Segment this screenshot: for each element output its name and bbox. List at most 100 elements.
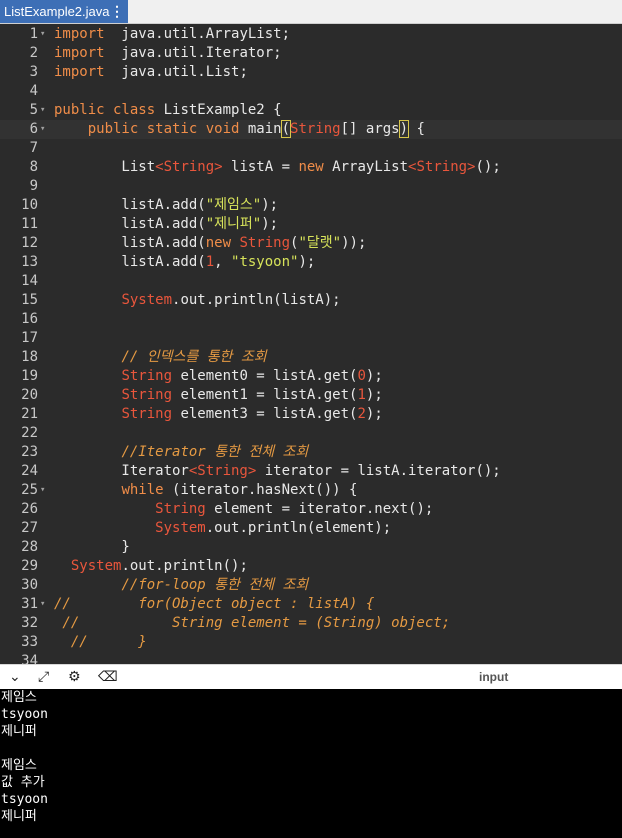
code-line[interactable]: 18 // 인덱스를 통한 조회 [0, 348, 622, 367]
code-text: import java.util.ArrayList; [54, 26, 291, 42]
code-line[interactable]: 10 listA.add("제임스"); [0, 196, 622, 215]
code-line[interactable]: 5 ▾ public class ListExample2 { [0, 101, 622, 120]
line-number: 23 [21, 444, 38, 460]
code-text: System.out.println(listA); [121, 292, 341, 308]
code-text: import java.util.List; [54, 64, 248, 80]
chevron-down-icon[interactable]: ⌄ [9, 665, 21, 690]
clear-console-icon[interactable]: ⌫ [98, 665, 118, 690]
code-editor[interactable]: 1 ▾ import java.util.ArrayList; 2 import jav… [0, 24, 622, 664]
code-line[interactable]: 23 //Iterator 통한 전체 조회 [0, 443, 622, 462]
code-line[interactable]: 27 System.out.println(element); [0, 519, 622, 538]
code-text: // for(Object object : listA) { [54, 596, 375, 612]
line-number: 19 [21, 368, 38, 384]
code-line[interactable]: 21 String element3 = listA.get(2); [0, 405, 622, 424]
code-text: System.out.println(element); [155, 520, 392, 536]
code-line[interactable]: 7 [0, 139, 622, 158]
line-number: 33 [21, 634, 38, 650]
line-number: 20 [21, 387, 38, 403]
code-text: listA.add("제임스"); [54, 197, 279, 213]
code-line[interactable]: 11 listA.add("제니퍼"); [0, 215, 622, 234]
line-number: 25 [21, 482, 38, 498]
line-number: 4 [29, 83, 38, 99]
code-text: System.out.println(); [70, 558, 248, 574]
line-number: 9 [29, 178, 38, 194]
code-line[interactable]: 28 } [0, 538, 622, 557]
code-line[interactable]: 12 listA.add(new String("달랫")); [0, 234, 622, 253]
code-line[interactable]: 13 listA.add(1, "tsyoon"); [0, 253, 622, 272]
line-number: 31 [21, 596, 38, 612]
fold-arrow-icon[interactable]: ▾ [40, 101, 50, 120]
line-number: 6 [29, 121, 38, 137]
code-text: public class ListExample2 { [54, 102, 282, 118]
console-line: 제임스 [1, 758, 37, 773]
console-line: 제니퍼 [1, 809, 37, 824]
code-line[interactable]: 26 String element = iterator.next(); [0, 500, 622, 519]
console-line: tsyoon [1, 707, 48, 722]
code-text: String element1 = listA.get(1); [121, 387, 383, 403]
code-line[interactable]: 15 System.out.println(listA); [0, 291, 622, 310]
line-number: 24 [21, 463, 38, 479]
code-text: while (iterator.hasNext()) { [121, 482, 358, 498]
line-number: 29 [21, 558, 38, 574]
code-line[interactable]: 33 // } [0, 633, 622, 652]
code-line[interactable]: 1 ▾ import java.util.ArrayList; [0, 25, 622, 44]
code-line[interactable]: 14 [0, 272, 622, 291]
line-number: 1 [29, 26, 38, 42]
code-line[interactable]: 4 [0, 82, 622, 101]
code-text: import java.util.Iterator; [54, 45, 282, 61]
line-number: 11 [21, 216, 38, 232]
code-text: listA.add("제니퍼"); [54, 216, 279, 232]
code-line[interactable]: 31 ▾// for(Object object : listA) { [0, 595, 622, 614]
code-line[interactable]: 24 Iterator<String> iterator = listA.ite… [0, 462, 622, 481]
code-line[interactable]: 16 [0, 310, 622, 329]
code-line[interactable]: 2 import java.util.Iterator; [0, 44, 622, 63]
fold-arrow-icon[interactable]: ▾ [40, 120, 50, 139]
fold-arrow-icon[interactable]: ▾ [40, 595, 50, 614]
code-line[interactable]: 20 String element1 = listA.get(1); [0, 386, 622, 405]
code-line[interactable]: 32 // String element = (String) object; [0, 614, 622, 633]
code-line[interactable]: 3 import java.util.List; [0, 63, 622, 82]
line-number: 17 [21, 330, 38, 346]
code-text: // } [54, 634, 147, 650]
file-tab-label: ListExample2.java [4, 4, 110, 19]
line-number: 8 [29, 159, 38, 175]
line-number: 3 [29, 64, 38, 80]
code-line[interactable]: 9 [0, 177, 622, 196]
tab-bar: ListExample2.java ⋮ [0, 0, 622, 24]
code-text: listA.add(new String("달랫")); [54, 235, 367, 251]
code-text: String element3 = listA.get(2); [121, 406, 383, 422]
code-text: Iterator<String> iterator = listA.iterat… [54, 463, 501, 479]
code-line[interactable]: 22 [0, 424, 622, 443]
file-tab[interactable]: ListExample2.java ⋮ [0, 0, 128, 23]
line-number: 12 [21, 235, 38, 251]
line-number: 14 [21, 273, 38, 289]
line-number: 10 [21, 197, 38, 213]
line-number: 16 [21, 311, 38, 327]
code-line[interactable]: 29 System.out.println(); [0, 557, 622, 576]
code-line[interactable]: 17 [0, 329, 622, 348]
code-line[interactable]: 8 List<String> listA = new ArrayList<Str… [0, 158, 622, 177]
code-line[interactable]: 6 ▾ public static void main(String[] args… [0, 120, 622, 139]
code-line[interactable]: 25 ▾ while (iterator.hasNext()) { [0, 481, 622, 500]
line-number: 15 [21, 292, 38, 308]
code-text: public static void main(String[] args) { [87, 120, 425, 138]
line-number: 28 [21, 539, 38, 555]
console-toolbar: ⌄ ⤢ ⚙ ⌫ input [0, 664, 622, 690]
input-tab-label[interactable]: input [479, 665, 508, 690]
fold-arrow-icon[interactable]: ▾ [40, 25, 50, 44]
line-number: 34 [21, 653, 38, 664]
expand-arrows-icon[interactable]: ⤢ [38, 665, 49, 690]
line-number: 13 [21, 254, 38, 270]
line-number: 18 [21, 349, 38, 365]
console-line: tsyoon [1, 792, 48, 807]
code-line[interactable]: 34 [0, 652, 622, 664]
code-text: List<String> listA = new ArrayList<Strin… [54, 159, 501, 175]
line-number: 21 [21, 406, 38, 422]
gear-icon[interactable]: ⚙ [68, 665, 81, 690]
fold-arrow-icon[interactable]: ▾ [40, 481, 50, 500]
vertical-ellipsis-icon[interactable]: ⋮ [110, 0, 124, 23]
code-line[interactable]: 19 String element0 = listA.get(0); [0, 367, 622, 386]
code-line[interactable]: 30 //for-loop 통한 전체 조회 [0, 576, 622, 595]
code-text: // String element = (String) object; [54, 615, 451, 631]
code-text: // 인덱스를 통한 조회 [121, 349, 267, 365]
